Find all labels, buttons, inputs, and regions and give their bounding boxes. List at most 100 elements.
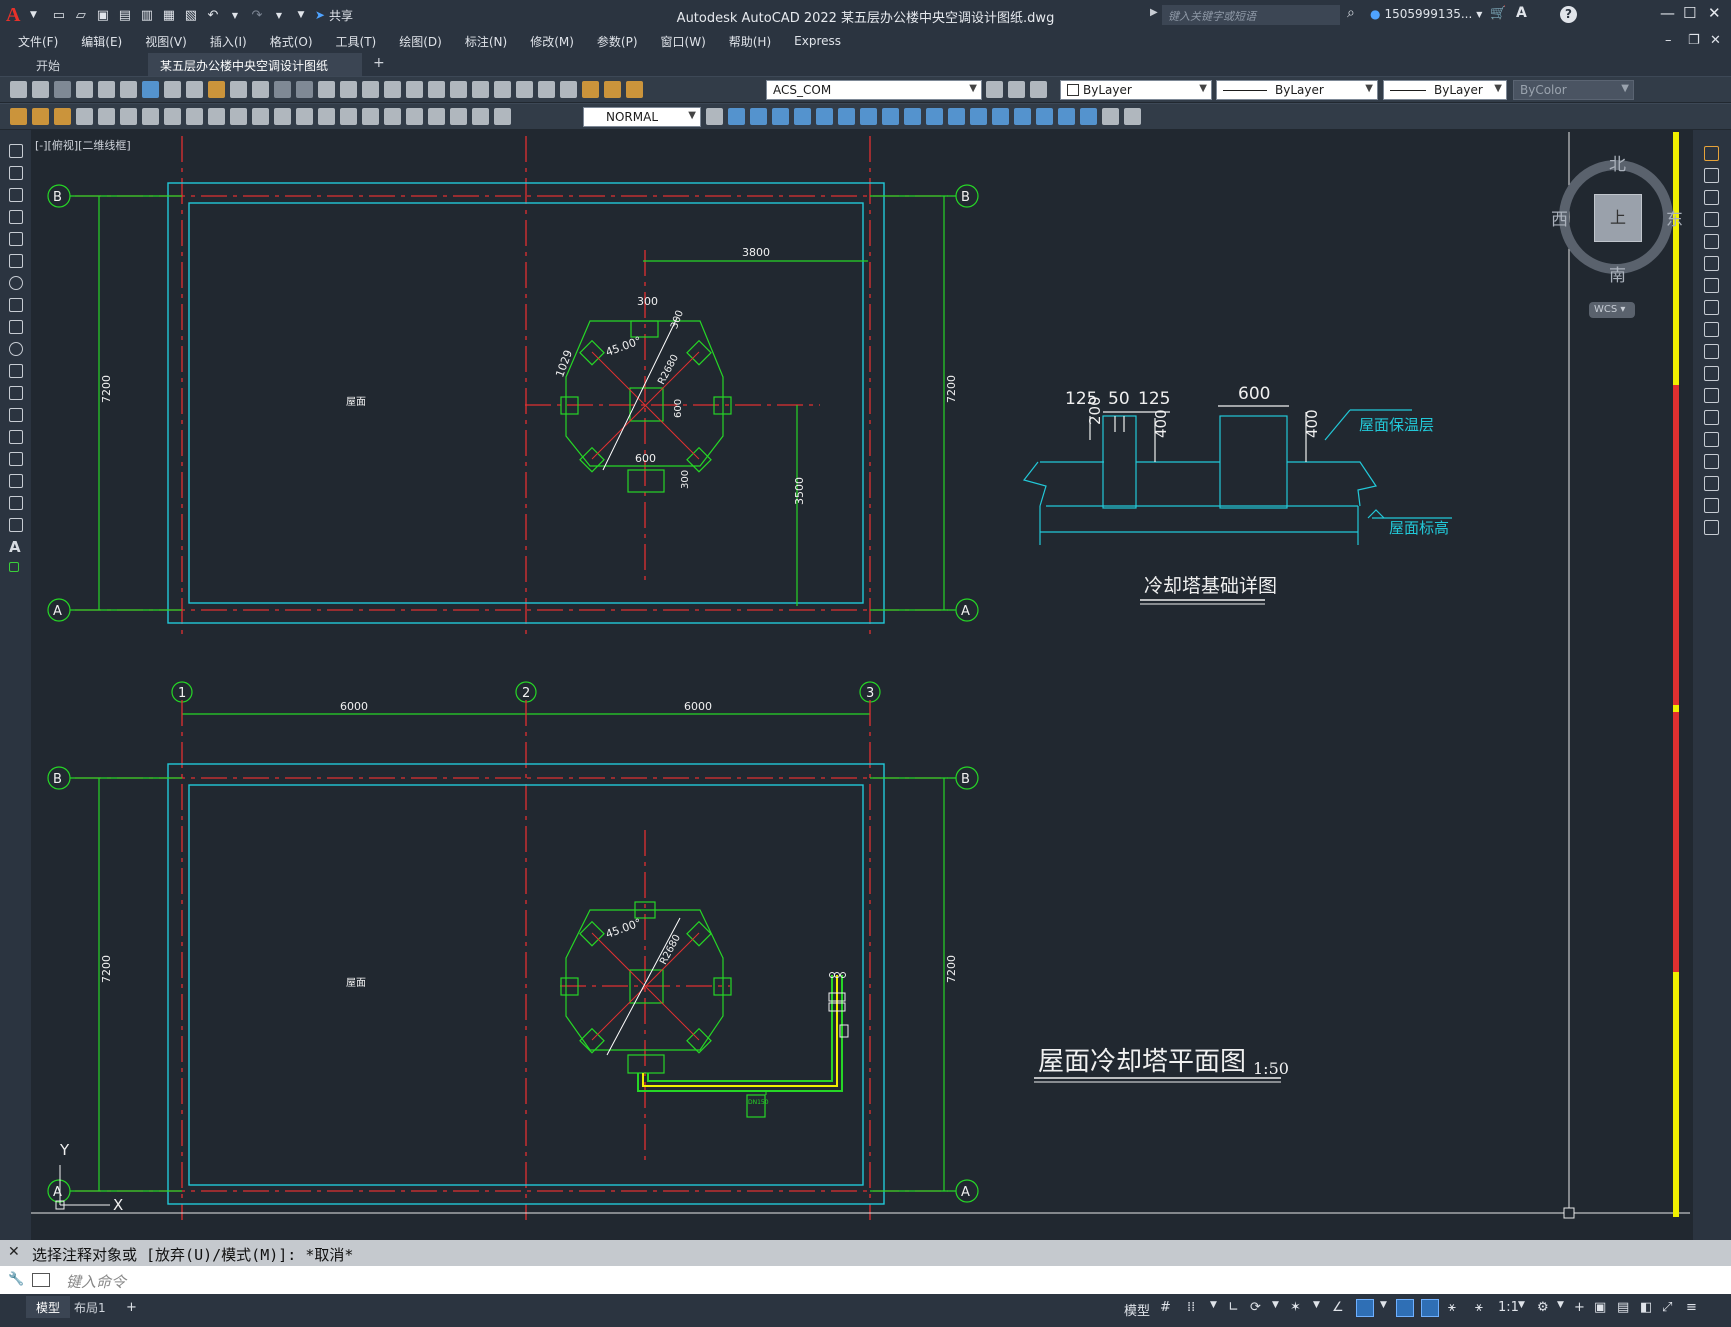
annotate-icon[interactable]: [10, 108, 27, 125]
help-icon[interactable]: ?: [1560, 6, 1577, 23]
command-line[interactable]: 🔧 键入命令: [0, 1266, 1731, 1294]
dim-style-icon[interactable]: [706, 108, 723, 125]
menu-insert[interactable]: 插入(I): [210, 33, 247, 50]
dim-text-edit-icon[interactable]: [472, 108, 489, 125]
sheet-set-icon[interactable]: [472, 81, 489, 98]
menu-dimension[interactable]: 标注(N): [465, 33, 507, 50]
open-icon[interactable]: [32, 81, 49, 98]
autodesk-app-store-icon[interactable]: A: [1516, 5, 1527, 21]
array-icon[interactable]: [1704, 234, 1719, 249]
close-command-line-icon[interactable]: ✕: [8, 1244, 20, 1260]
rotate-face-icon[interactable]: [882, 108, 899, 125]
menu-window[interactable]: 窗口(W): [661, 33, 706, 50]
add-selected-icon[interactable]: [9, 562, 19, 572]
subtract-icon[interactable]: [750, 108, 767, 125]
table-icon[interactable]: [9, 518, 23, 532]
save-web-icon[interactable]: ▦: [161, 7, 177, 23]
diameter-dim-icon[interactable]: [208, 108, 225, 125]
polygon-icon[interactable]: [9, 210, 23, 224]
jogged-linear-icon[interactable]: [428, 108, 445, 125]
autoscale-icon[interactable]: ⚹: [1475, 1300, 1483, 1315]
annotate-2-icon[interactable]: [32, 108, 49, 125]
object-snap-tracking-icon[interactable]: ∠: [1332, 1300, 1344, 1315]
copy-icon[interactable]: [186, 81, 203, 98]
region-icon[interactable]: [9, 496, 23, 510]
units-icon[interactable]: ▣: [1594, 1300, 1606, 1315]
layer-properties-icon[interactable]: [560, 81, 577, 98]
trim-icon[interactable]: [1704, 344, 1719, 359]
extend-icon[interactable]: [1704, 366, 1719, 381]
zoom-realtime-icon[interactable]: [340, 81, 357, 98]
menu-draw[interactable]: 绘图(D): [399, 33, 442, 50]
color-dropdown[interactable]: ByLayer ▼: [1060, 80, 1212, 100]
redo-dropdown-icon[interactable]: ▼: [271, 7, 287, 23]
dim-update-icon[interactable]: [494, 108, 511, 125]
match-properties-icon[interactable]: [230, 81, 247, 98]
quickcalc-icon[interactable]: [516, 81, 533, 98]
break-icon[interactable]: [1704, 410, 1719, 425]
fullscreen-icon[interactable]: ⤢: [1662, 1300, 1672, 1315]
viewcube-west[interactable]: 西: [1551, 205, 1568, 230]
menu-parametric[interactable]: 参数(P): [597, 33, 638, 50]
chamfer-icon[interactable]: [1704, 454, 1719, 469]
grid-icon[interactable]: #: [1160, 1300, 1171, 1315]
cart-icon[interactable]: 🛒: [1490, 6, 1506, 21]
doc-close-button[interactable]: ✕: [1710, 33, 1721, 48]
open-file-icon[interactable]: ▱: [73, 7, 89, 23]
menu-format[interactable]: 格式(O): [270, 33, 313, 50]
dim-edit-icon[interactable]: [450, 108, 467, 125]
qnew-icon[interactable]: [10, 81, 27, 98]
annotation-scale[interactable]: 1:1: [1498, 1300, 1519, 1315]
layer-previous-icon[interactable]: [1008, 81, 1025, 98]
zoom-previous-icon[interactable]: [384, 81, 401, 98]
move-icon[interactable]: [1704, 256, 1719, 271]
save-icon[interactable]: ▣: [95, 7, 111, 23]
lineweight-toggle-icon[interactable]: [1396, 1299, 1414, 1317]
circle-icon[interactable]: [9, 276, 23, 290]
wcs-menu[interactable]: WCS ▾: [1589, 302, 1635, 318]
paste-icon[interactable]: [208, 81, 225, 98]
make-block-icon[interactable]: [9, 408, 23, 422]
line-tool-icon[interactable]: [9, 144, 23, 158]
stretch-icon[interactable]: [1704, 322, 1719, 337]
menu-file[interactable]: 文件(F): [18, 33, 58, 50]
intersect-icon[interactable]: [772, 108, 789, 125]
point-icon[interactable]: [9, 430, 23, 444]
plot-preview-icon[interactable]: [98, 81, 115, 98]
viewcube[interactable]: 上 北 南 西 东: [1551, 154, 1683, 286]
model-space-toggle[interactable]: 模型: [1124, 1300, 1150, 1319]
layer-on-icon[interactable]: [582, 81, 599, 98]
tool-palettes-icon[interactable]: [450, 81, 467, 98]
scale-icon[interactable]: [1704, 300, 1719, 315]
polar-icon[interactable]: ⟳: [1250, 1300, 1261, 1315]
search-expand-icon[interactable]: ▶: [1150, 7, 1158, 18]
pan-icon[interactable]: [318, 81, 335, 98]
arc-icon[interactable]: [9, 254, 23, 268]
menu-express[interactable]: Express: [794, 34, 841, 48]
menu-help[interactable]: 帮助(H): [729, 33, 771, 50]
viewcube-face[interactable]: 上: [1594, 194, 1642, 242]
move-face-icon[interactable]: [816, 108, 833, 125]
copy-face-icon[interactable]: [926, 108, 943, 125]
revision-cloud-icon[interactable]: [9, 298, 23, 312]
extract-edges-icon[interactable]: [1102, 108, 1119, 125]
undo-toolbar-icon[interactable]: [274, 81, 291, 98]
imprint-icon[interactable]: [970, 108, 987, 125]
zoom-window-icon[interactable]: [362, 81, 379, 98]
quick-properties-icon[interactable]: ▤: [1617, 1300, 1629, 1315]
quick-dim-icon[interactable]: [252, 108, 269, 125]
delete-face-icon[interactable]: [860, 108, 877, 125]
linear-dim-icon[interactable]: [76, 108, 93, 125]
tolerance-icon[interactable]: [362, 108, 379, 125]
dimstyle-dropdown[interactable]: NORMAL ▼: [583, 107, 701, 127]
user-account[interactable]: ● 1505999135... ▼: [1370, 7, 1482, 21]
annotate-3-icon[interactable]: [54, 108, 71, 125]
copy-object-icon[interactable]: [1704, 168, 1719, 183]
viewport-controls[interactable]: [-][俯视][二维线框]: [35, 137, 131, 153]
design-center-icon[interactable]: [428, 81, 445, 98]
search-icon[interactable]: ⌕: [1347, 5, 1355, 21]
open-web-icon[interactable]: ▥: [139, 7, 155, 23]
app-menu-dropdown-icon[interactable]: ▼: [30, 10, 37, 20]
save-as-icon[interactable]: ▤: [117, 7, 133, 23]
continue-dim-icon[interactable]: [296, 108, 313, 125]
